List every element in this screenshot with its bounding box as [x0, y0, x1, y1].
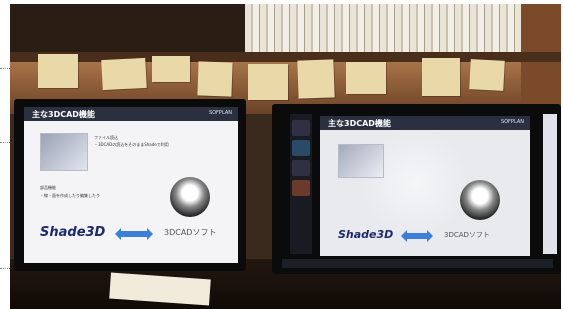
participant-tile	[292, 140, 310, 156]
slide-text: ファイル読込	[94, 135, 118, 140]
shelf-left	[10, 4, 245, 56]
company-logo: SOFPLAN	[208, 110, 232, 116]
slide-header-bar: 主な3DCAD機能 SOFPLAN	[24, 107, 238, 121]
video-call-panel	[290, 114, 312, 254]
sticky-note	[197, 61, 233, 97]
shade3d-logo: Shade3D	[40, 225, 106, 240]
double-arrow	[401, 230, 433, 242]
slide-title: 主な3DCAD機能	[32, 110, 95, 119]
sticky-note	[38, 54, 78, 88]
crop-mark-top	[0, 68, 10, 69]
company-logo: SOFPLAN	[500, 119, 524, 125]
crop-mark-middle	[0, 142, 10, 143]
slide-text: ・3DCADの読込をそのままShadeで利用	[94, 142, 169, 147]
sticky-note	[469, 59, 505, 91]
shade3d-logo: Shade3D	[338, 228, 394, 241]
model-thumbnail	[40, 133, 88, 171]
sticky-note	[248, 64, 288, 100]
sticky-note	[101, 57, 147, 91]
crop-mark-bottom	[0, 268, 10, 269]
shared-slide: 主な3DCAD機能 SOFPLAN Shade3D 3DCADソフト	[320, 116, 530, 256]
participant-tile	[292, 120, 310, 136]
app-sidebar	[543, 114, 557, 254]
presentation-slide: 主な3DCAD機能 SOFPLAN ファイル読込 ・3DCADの読込をそのままS…	[24, 107, 238, 263]
participant-tile	[292, 180, 310, 196]
render-sphere	[460, 180, 500, 220]
left-monitor: 主な3DCAD機能 SOFPLAN ファイル読込 ・3DCADの読込をそのままS…	[14, 99, 246, 271]
bookshelf-binders	[245, 4, 545, 54]
sticky-note	[346, 62, 386, 94]
participant-tile	[292, 160, 310, 176]
double-arrow	[115, 228, 153, 240]
sticky-note	[422, 58, 460, 96]
model-thumbnail	[338, 144, 384, 178]
cad-software-label: 3DCADソフト	[444, 231, 490, 239]
cad-software-label: 3DCADソフト	[164, 228, 217, 237]
render-sphere	[170, 177, 210, 217]
sticky-note	[152, 56, 190, 82]
right-monitor: 主な3DCAD機能 SOFPLAN Shade3D 3DCADソフト	[272, 104, 561, 274]
slide-text: ・線・面を作成したり編集したり	[40, 193, 100, 198]
sticky-note	[297, 59, 335, 99]
taskbar	[282, 259, 553, 268]
office-photo: 主な3DCAD機能 SOFPLAN ファイル読込 ・3DCADの読込をそのままS…	[10, 4, 561, 309]
slide-text: 部品機能	[40, 185, 56, 190]
